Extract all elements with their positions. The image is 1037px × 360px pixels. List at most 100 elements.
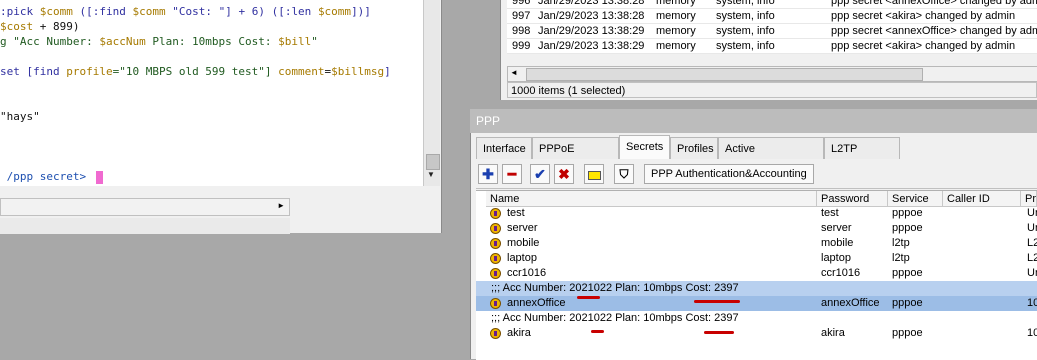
log-row[interactable]: 997 Jan/29/2023 13:38:28 memory system, inf… (507, 9, 1037, 24)
cell-service: pppoe (892, 297, 923, 309)
terminal-token: :pick (0, 5, 40, 18)
secret-row[interactable]: annexOffice annexOffice pppoe 10 (476, 296, 1037, 311)
log-status-bar: 1000 items (1 selected) (507, 82, 1037, 98)
ppp-auth-accounting-button[interactable]: PPP Authentication&Accounting (644, 164, 814, 184)
cell-name: ccr1016 (507, 267, 547, 279)
secret-row[interactable]: test test pppoe Ur (476, 206, 1037, 221)
annotation-underline (694, 300, 740, 303)
scroll-left-arrow-icon[interactable]: ◄ (510, 68, 518, 77)
cell-password: test (821, 207, 839, 219)
terminal-cursor (95, 170, 103, 184)
log-cell-message: ppp secret <akira> changed by admin (831, 10, 1016, 22)
terminal-token: $comm (39, 5, 73, 18)
tab-interface[interactable]: Interface (476, 137, 532, 159)
tab-profiles[interactable]: Profiles (670, 137, 718, 159)
log-row[interactable]: 996 Jan/29/2023 13:38:28 memory system, inf… (507, 0, 1037, 9)
cell-password: laptop (821, 252, 851, 264)
terminal-token: Plan: 10mbps Cost: (145, 35, 279, 48)
log-cell-num: 999 (512, 40, 531, 52)
secret-row[interactable]: akira akira pppoe 10 (476, 326, 1037, 341)
cell-service: pppoe (892, 207, 923, 219)
secret-row[interactable]: laptop laptop l2tp L2 (476, 251, 1037, 266)
scroll-thumb[interactable] (526, 68, 923, 81)
cell-name: akira (507, 327, 531, 339)
terminal-line: :pick $comm ([:find $comm "Cost: "] + 6)… (0, 4, 371, 20)
column-header-name[interactable]: Name (486, 191, 817, 207)
scroll-right-arrow-icon[interactable]: ► (277, 201, 285, 210)
log-cell-message: ppp secret <akira> changed by admin (831, 40, 1016, 52)
user-secret-icon (490, 328, 501, 339)
comment-text: ;;; Acc Number: 2021022 Plan: 10mbps Cos… (491, 282, 739, 294)
cell-name: test (507, 207, 525, 219)
scroll-thumb[interactable] (426, 154, 440, 170)
terminal-line: "hays" (0, 109, 40, 125)
log-cell-topics: system, info (716, 25, 775, 37)
cell-name: laptop (507, 252, 537, 264)
log-row[interactable]: 998 Jan/29/2023 13:38:29 memory system, inf… (507, 24, 1037, 39)
terminal-token: $billmsg (331, 65, 385, 78)
add-button[interactable]: ✚ (478, 164, 498, 184)
terminal-token: "Cost: "] + 6) ([:len (165, 5, 318, 18)
terminal-token: ])] (351, 5, 371, 18)
secret-row[interactable]: mobile mobile l2tp L2 (476, 236, 1037, 251)
terminal-content[interactable]: :pick $comm ([:find $comm "Cost: "] + 6)… (0, 0, 423, 186)
user-secret-icon (490, 268, 501, 279)
column-header-caller-id[interactable]: Caller ID (943, 191, 1021, 207)
enable-button[interactable]: ✔ (530, 164, 550, 184)
terminal-line: g "Acc Number: $accNum Plan: 10mbps Cost… (0, 34, 318, 50)
column-header-service[interactable]: Service (888, 191, 943, 207)
log-cell-num: 996 (512, 0, 531, 7)
log-horizontal-scrollbar[interactable]: ◄ (507, 66, 1037, 82)
terminal-token: profile (66, 65, 113, 78)
cell-password: akira (821, 327, 845, 339)
tab-secrets[interactable]: Secrets (619, 135, 670, 159)
ppp-window-title[interactable]: PPP (470, 109, 1037, 133)
secret-row[interactable]: ccr1016 ccr1016 pppoe Ur (476, 266, 1037, 281)
cell-name: annexOffice (507, 297, 566, 309)
cell-service: pppoe (892, 327, 923, 339)
column-header-profile[interactable]: Profile (1021, 191, 1037, 207)
secret-comment-row[interactable]: ;;; Acc Number: 2021022 Plan: 10mbps Cos… (476, 311, 1037, 326)
cell-profile: Ur (1027, 207, 1037, 219)
ppp-toolbar: ✚ ━ ✔ ✖ ⛉ PPP Authentication&Accounting (476, 162, 1037, 189)
filter-icon[interactable]: ⛉ (614, 164, 634, 184)
terminal-bottom-frame (0, 218, 290, 234)
log-cell-message: ppp secret <annexOffice> changed by admi… (831, 0, 1037, 7)
cell-profile: L2 (1027, 252, 1037, 264)
terminal-horizontal-scrollbar[interactable]: ► (0, 198, 290, 216)
tab-pppoe-servers[interactable]: PPPoE Servers (532, 137, 619, 177)
log-cell-buffer: memory (656, 40, 696, 52)
terminal-token: + 899) (33, 20, 80, 33)
log-cell-message: ppp secret <annexOffice> changed by admi… (831, 25, 1037, 37)
tab-active-connections[interactable]: Active Connections (718, 137, 824, 177)
log-cell-time: Jan/29/2023 13:38:28 (538, 0, 645, 7)
terminal-token: g "Acc Number: (0, 35, 100, 48)
terminal-vertical-scrollbar[interactable]: ▼ (423, 0, 440, 186)
cell-service: l2tp (892, 252, 910, 264)
terminal-token: set [find (0, 65, 67, 78)
terminal-token: $comm (132, 5, 166, 18)
terminal-line: /ppp secret> (0, 169, 103, 185)
cell-name: mobile (507, 237, 540, 249)
terminal-token: ="10 MBPS old 599 test"] (112, 65, 279, 78)
comment-button[interactable] (584, 164, 604, 184)
log-cell-time: Jan/29/2023 13:38:28 (538, 10, 645, 22)
log-cell-buffer: memory (656, 25, 696, 37)
user-secret-icon (490, 253, 501, 264)
terminal-token: comment (278, 65, 325, 78)
cell-profile: L2 (1027, 237, 1037, 249)
scroll-down-arrow-icon[interactable]: ▼ (427, 170, 435, 179)
cell-service: pppoe (892, 222, 923, 234)
annotation-underline (577, 296, 600, 299)
cell-profile: Ur (1027, 222, 1037, 234)
log-cell-buffer: memory (656, 0, 696, 7)
secret-comment-row[interactable]: ;;; Acc Number: 2021022 Plan: 10mbps Cos… (476, 281, 1037, 296)
log-row[interactable]: 999 Jan/29/2023 13:38:29 memory system, inf… (507, 39, 1037, 54)
tab-l2tp-secrets[interactable]: L2TP Secrets (824, 137, 900, 177)
cell-name: server (507, 222, 538, 234)
secret-row[interactable]: server server pppoe Ur (476, 221, 1037, 236)
remove-button[interactable]: ━ (502, 164, 522, 184)
column-header-password[interactable]: Password (817, 191, 888, 207)
disable-button[interactable]: ✖ (554, 164, 574, 184)
log-cell-time: Jan/29/2023 13:38:29 (538, 40, 645, 52)
